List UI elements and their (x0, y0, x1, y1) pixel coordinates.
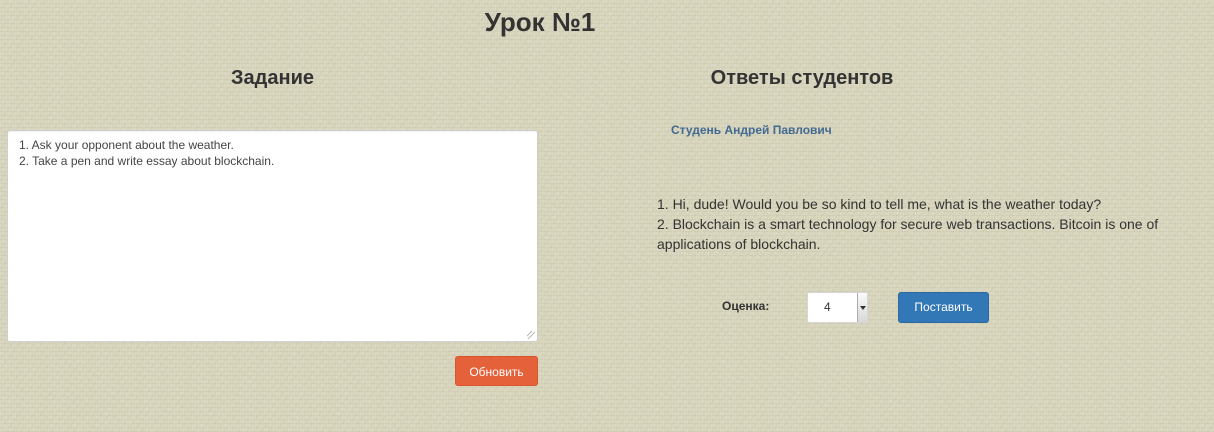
answer-line: 1. Hi, dude! Would you be so kind to tel… (657, 196, 1102, 212)
grade-label: Оценка: (722, 299, 770, 313)
answers-heading: Ответы студентов (710, 67, 894, 89)
resize-grip-icon[interactable] (527, 331, 535, 339)
grade-select-value: 4 (824, 300, 831, 314)
task-heading: Задание (231, 67, 314, 89)
task-textarea[interactable]: 1. Ask your opponent about the weather. … (7, 130, 538, 342)
grade-select[interactable]: 4 (807, 292, 868, 323)
chevron-down-icon (860, 306, 866, 310)
update-button[interactable]: Обновить (455, 356, 538, 386)
student-name: Студень Андрей Павлович (671, 123, 832, 137)
page-title: Урок №1 (484, 7, 596, 37)
task-line: 1. Ask your opponent about the weather. (19, 138, 234, 152)
grade-dropdown-button[interactable] (857, 293, 867, 322)
submit-grade-button[interactable]: Поставить (898, 292, 989, 323)
task-line: 2. Take a pen and write essay about bloc… (19, 154, 275, 168)
student-answer: 1. Hi, dude! Would you be so kind to tel… (657, 194, 1202, 254)
answer-line: 2. Blockchain is a smart technology for … (657, 216, 1159, 252)
